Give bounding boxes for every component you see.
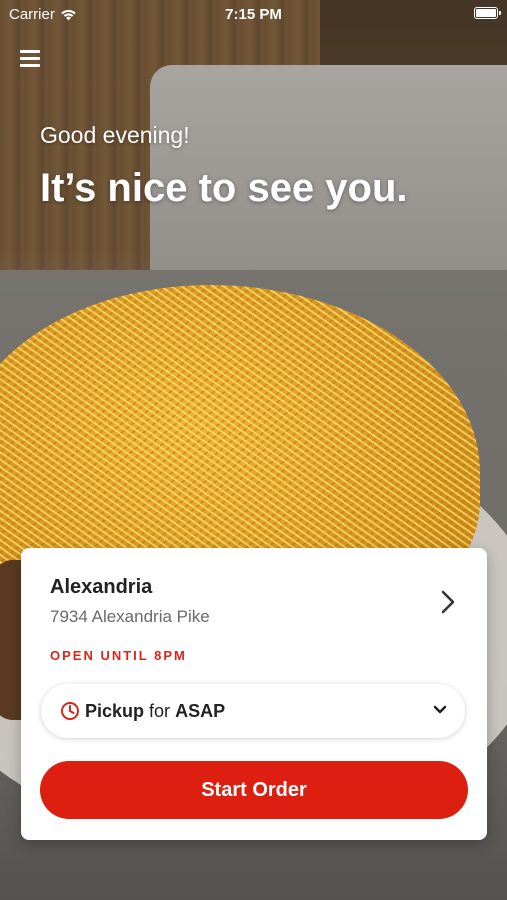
greeting-text: Good evening! [40,122,190,148]
clock-icon [61,702,79,720]
order-card: Alexandria 7934 Alexandria Pike OPEN UNT… [21,548,487,840]
chevron-down-icon [433,705,447,714]
start-order-button[interactable]: Start Order [40,761,468,819]
pickup-time: ASAP [175,700,226,721]
store-name: Alexandria [50,576,153,598]
battery-icon [474,7,501,19]
headline-text: It’s nice to see you. [40,166,408,210]
hours-status: OPEN UNTIL 8PM [50,648,187,663]
menu-icon[interactable] [20,48,42,68]
chevron-right-icon [441,590,455,614]
store-selector[interactable]: Alexandria 7934 Alexandria Pike [50,576,467,636]
pickup-connector: for [149,700,171,721]
store-address: 7934 Alexandria Pike [50,607,210,626]
pickup-time-selector[interactable]: Pickup for ASAP [41,684,465,738]
clock-time: 7:15 PM [225,6,282,23]
status-bar: Carrier 7:15 PM [0,0,507,28]
pickup-label: Pickup for ASAP [85,701,225,722]
pickup-mode: Pickup [85,700,145,721]
